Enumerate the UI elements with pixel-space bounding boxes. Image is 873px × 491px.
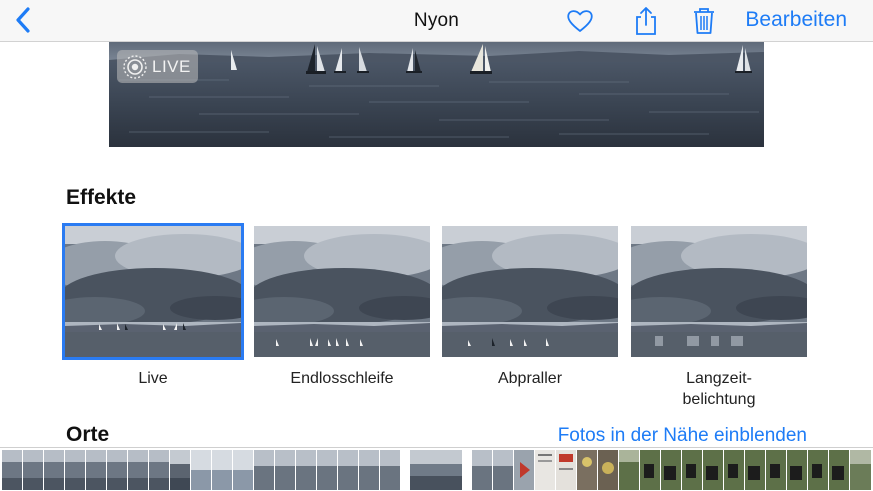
- places-title: Orte: [66, 423, 110, 446]
- effects-title: Effekte: [66, 186, 137, 209]
- show-nearby-photos-link[interactable]: Fotos in der Nähe einblenden: [558, 425, 807, 447]
- heart-icon[interactable]: [565, 6, 595, 36]
- live-label: LIVE: [152, 56, 191, 76]
- main-photo[interactable]: [109, 42, 764, 147]
- effect-bounce[interactable]: [442, 226, 618, 357]
- effect-label-long-exposure: Langzeit- belichtung: [631, 368, 807, 410]
- effect-label-bounce: Abpraller: [497, 370, 563, 387]
- live-photo-icon: [123, 54, 147, 79]
- effect-label-live: Live: [138, 370, 168, 387]
- page-title: Nyon: [413, 10, 460, 31]
- effect-loop[interactable]: [254, 226, 430, 357]
- thumbnail-scrubber[interactable]: [0, 447, 873, 491]
- effect-live[interactable]: [62, 223, 244, 360]
- edit-button[interactable]: Bearbeiten: [745, 8, 847, 32]
- chevron-left-icon[interactable]: [12, 6, 34, 34]
- effect-long-exposure[interactable]: [631, 226, 807, 357]
- navigation-bar: Nyon Bearbeiten: [0, 0, 873, 42]
- live-badge[interactable]: LIVE: [117, 50, 198, 83]
- share-icon[interactable]: [631, 6, 661, 36]
- effect-label-loop: Endlosschleife: [290, 370, 394, 387]
- effect-label-long-exposure-text: Langzeit- belichtung: [682, 370, 756, 408]
- trash-icon[interactable]: [689, 6, 719, 36]
